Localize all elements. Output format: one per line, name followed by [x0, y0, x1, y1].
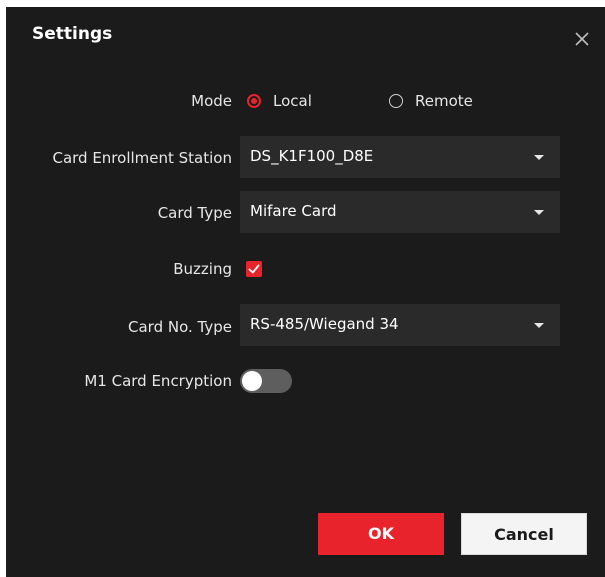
card-type-label: Card Type: [157, 204, 232, 222]
close-icon[interactable]: [572, 29, 592, 49]
buzzing-label: Buzzing: [173, 260, 232, 278]
dialog-title: Settings: [32, 24, 113, 44]
card-enrollment-station-select[interactable]: DS_K1F100_D8E: [240, 136, 560, 178]
card-no-type-select[interactable]: RS-485/Wiegand 34: [240, 304, 560, 346]
mode-local-radio[interactable]: Local: [247, 92, 312, 110]
radio-selected-icon: [247, 94, 261, 108]
checkmark-icon: [248, 264, 260, 274]
settings-dialog: Settings Mode Local Remote Card Enrollme…: [6, 7, 605, 577]
card-enrollment-station-label: Card Enrollment Station: [52, 149, 232, 167]
mode-local-label: Local: [273, 92, 312, 110]
mode-label: Mode: [191, 92, 232, 110]
card-type-value: Mifare Card: [250, 202, 337, 220]
m1-card-encryption-label: M1 Card Encryption: [84, 372, 232, 390]
chevron-down-icon: [534, 155, 544, 160]
mode-remote-radio[interactable]: Remote: [389, 92, 473, 110]
card-enrollment-station-value: DS_K1F100_D8E: [250, 147, 374, 165]
radio-unselected-icon: [389, 94, 403, 108]
card-type-select[interactable]: Mifare Card: [240, 191, 560, 233]
toggle-knob: [242, 371, 262, 391]
ok-button[interactable]: OK: [318, 513, 444, 555]
chevron-down-icon: [534, 210, 544, 215]
card-no-type-label: Card No. Type: [128, 318, 232, 336]
mode-remote-label: Remote: [415, 92, 473, 110]
chevron-down-icon: [534, 323, 544, 328]
buzzing-checkbox[interactable]: [246, 261, 262, 277]
cancel-button[interactable]: Cancel: [461, 513, 587, 555]
card-no-type-value: RS-485/Wiegand 34: [250, 315, 399, 333]
m1-card-encryption-toggle[interactable]: [240, 369, 292, 393]
